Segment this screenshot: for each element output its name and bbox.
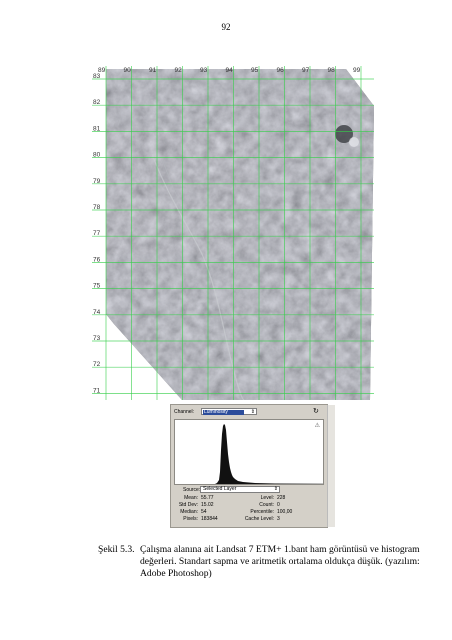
stat-std-dev: Std Dev: 15.02 [174,502,214,508]
caption-line: değerleri. Standart sapma ve aritmetik o… [140,556,420,567]
source-label: Source: [183,487,201,493]
channel-value: Luminosity [203,409,244,415]
chevron-down-icon: ⇕ [273,486,278,492]
stat-label: Count: [259,502,274,508]
stat-value: 55.77 [201,495,214,501]
scene-footprint [106,69,374,400]
channel-label: Channel: [174,409,195,415]
grid-label-y: 82 [93,99,101,106]
stat-cache-level: Cache Level: 3 [244,516,280,522]
stat-label: Percentile: [250,509,274,515]
grid-label-x: 98 [328,67,336,74]
stat-label: Mean: [184,495,198,501]
panel-scrollbar[interactable] [327,405,335,527]
stat-label: Std Dev: [178,502,198,508]
grid-label-y: 77 [93,230,101,237]
grid-label-y: 71 [93,387,101,394]
stat-value: 15.02 [201,502,214,508]
stat-pixels: Pixels: 183844 [174,516,218,522]
source-dropdown[interactable]: Selected Layer ⇕ [200,486,280,493]
caption-line: Çalışma alanına ait Landsat 7 ETM+ 1.ban… [140,544,420,555]
caption-label: Şekil 5.3. [98,544,135,555]
stat-mean: Mean: 55.77 [174,495,214,501]
stat-level: Level: 228 [244,495,286,501]
histogram-graph [215,424,323,484]
caption-line: Adobe Photoshop) [140,568,212,579]
grid-label-y: 80 [93,152,101,159]
channel-row: Channel: Luminosity ⇕ ↻ [174,408,324,416]
stat-median: Median: 54 [174,509,207,515]
grid-label-y: 76 [93,256,101,263]
grid-label-y: 72 [93,361,101,368]
warning-icon[interactable]: ⚠ [315,422,320,429]
histogram-statistics: Mean: 55.77 Std Dev: 15.02 Median: 54 Pixel… [174,495,324,525]
channel-dropdown[interactable]: Luminosity ⇕ [201,408,257,415]
grid-label-x: 95 [251,67,259,74]
grid-label-x: 91 [149,67,157,74]
stat-count: Count: 0 [244,502,280,508]
grid-label-y: 75 [93,283,101,290]
stat-value: 0 [277,502,280,508]
source-row: Source: Selected Layer ⇕ [183,486,323,493]
grid-label-x: 96 [277,67,285,74]
chevron-down-icon: ⇕ [250,409,255,415]
stat-label: Cache Level: [244,516,274,522]
page-number: 92 [221,22,231,32]
stat-percentile: Percentile: 100,00 [244,509,292,515]
stat-value: 183844 [201,516,218,522]
stat-label: Level: [260,495,274,501]
stat-label: Pixels: [183,516,198,522]
stat-label: Median: [180,509,198,515]
grid-label-y: 83 [93,73,101,80]
grid-label-y: 81 [93,125,101,132]
grid-label-x: 97 [302,67,310,74]
grid-label-x: 94 [226,67,234,74]
refresh-icon[interactable]: ↻ [313,408,320,415]
stat-value: 54 [201,509,207,515]
grid-label-y: 74 [93,309,101,316]
satellite-image-figure: 89 90 91 92 93 94 95 96 97 98 99 83 82 81 80 79 78 77 76 75… [92,64,374,400]
grid-label-y: 73 [93,335,101,342]
landsat-image: 89 90 91 92 93 94 95 96 97 98 99838281807978777675… [92,66,374,400]
histogram-panel: Channel: Luminosity ⇕ ↻ ⚠ Source: Select… [170,404,335,528]
source-value: Selected Layer [203,486,237,492]
stat-value: 3 [277,516,280,522]
grid-label-y: 79 [93,178,101,185]
grid-label-y: 78 [93,204,101,211]
histogram-distribution [215,424,323,484]
grid-label-x: 92 [175,67,183,74]
stat-value: 228 [277,495,286,501]
histogram-chart: ⚠ [174,419,324,485]
stat-value: 100,00 [277,509,293,515]
grid-label-x: 90 [124,67,132,74]
grid-label-x: 93 [200,67,208,74]
grid-label-x: 99 [353,67,361,74]
